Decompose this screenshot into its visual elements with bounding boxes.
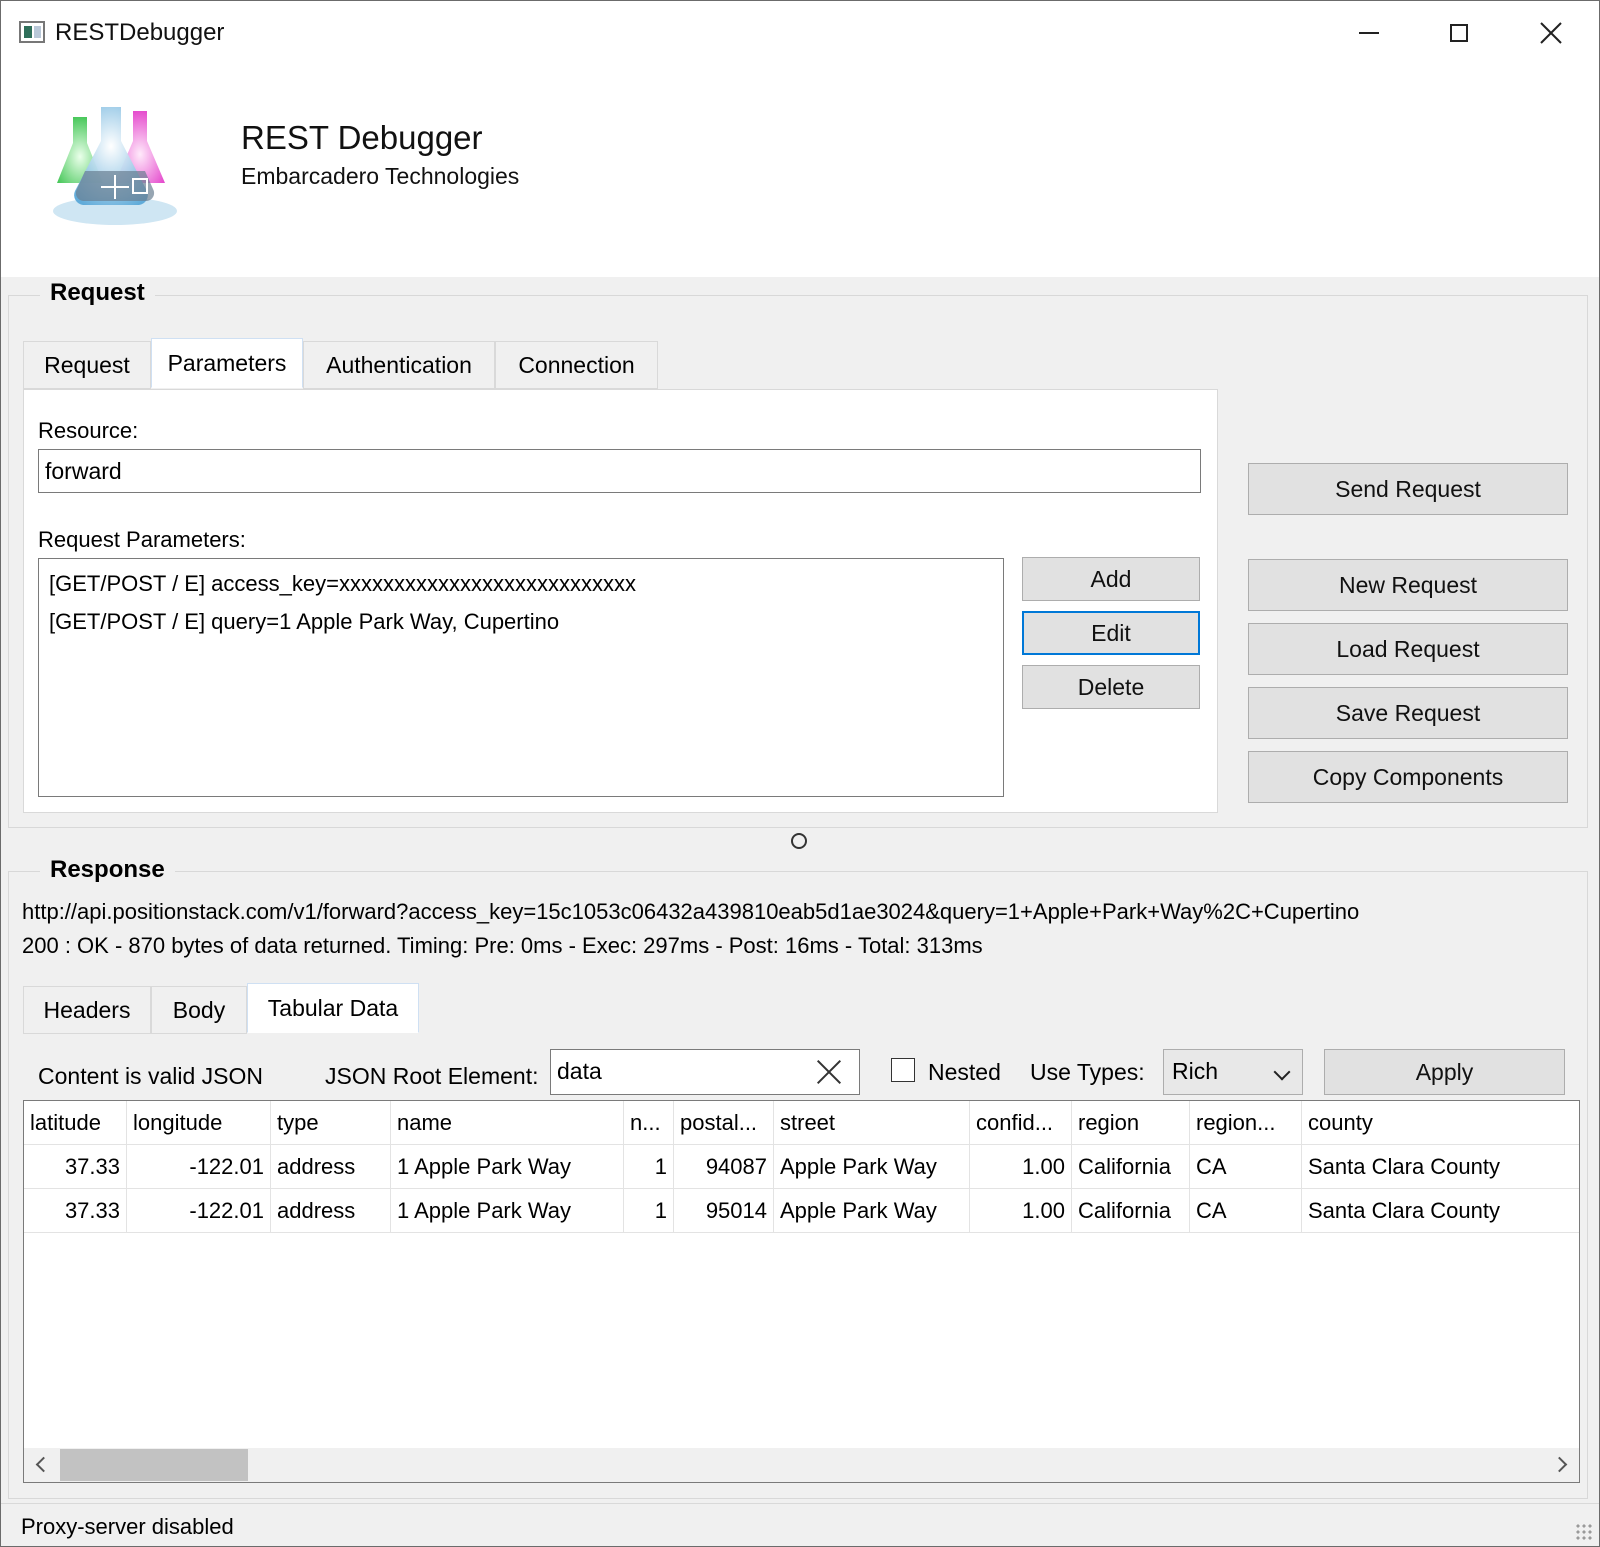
cell-region-code: CA: [1190, 1189, 1302, 1233]
column-header[interactable]: confid...: [970, 1101, 1072, 1145]
clear-icon[interactable]: [815, 1058, 843, 1086]
app-icon: [19, 21, 45, 43]
window-title: RESTDebugger: [55, 19, 225, 46]
scroll-right-icon[interactable]: [1551, 1456, 1568, 1473]
table-row[interactable]: 37.33 -122.01 address 1 Apple Park Way 1…: [24, 1145, 1579, 1189]
tab-tabular-data[interactable]: Tabular Data: [247, 983, 419, 1033]
cell-street: Apple Park Way: [774, 1189, 970, 1233]
resource-input[interactable]: forward: [38, 449, 1201, 493]
request-tabs: Request Parameters Authentication Connec…: [23, 338, 673, 391]
json-root-input[interactable]: data: [550, 1049, 860, 1095]
cell-confidence: 1.00: [970, 1145, 1072, 1189]
apply-button[interactable]: Apply: [1324, 1049, 1565, 1095]
rest-debugger-window: RESTDebugger REST Debugger Embarcadero T…: [0, 0, 1600, 1547]
table-row[interactable]: 37.33 -122.01 address 1 Apple Park Way 1…: [24, 1189, 1579, 1233]
maximize-icon: [1450, 24, 1468, 42]
maximize-button[interactable]: [1419, 7, 1499, 59]
copy-components-button[interactable]: Copy Components: [1248, 751, 1568, 803]
title-bar: RESTDebugger: [1, 1, 1599, 63]
tab-authentication[interactable]: Authentication: [303, 341, 495, 389]
load-request-button[interactable]: Load Request: [1248, 623, 1568, 675]
response-status: 200 : OK - 870 bytes of data returned. T…: [22, 933, 983, 958]
valid-json-label: Content is valid JSON: [38, 1063, 263, 1089]
chevron-down-icon: [1273, 1063, 1291, 1081]
column-header[interactable]: n...: [624, 1101, 674, 1145]
send-request-button[interactable]: Send Request: [1248, 463, 1568, 515]
cell-latitude: 37.33: [24, 1189, 127, 1233]
use-types-label: Use Types:: [1030, 1059, 1145, 1085]
resize-grip-icon[interactable]: [1575, 1523, 1593, 1541]
use-types-select[interactable]: Rich: [1163, 1049, 1303, 1095]
close-icon: [1540, 22, 1562, 44]
cell-region-code: CA: [1190, 1145, 1302, 1189]
cell-number: 1: [624, 1189, 674, 1233]
app-subtitle: Embarcadero Technologies: [241, 163, 520, 189]
delete-parameter-button[interactable]: Delete: [1022, 665, 1200, 709]
list-item[interactable]: [GET/POST / E] query=1 Apple Park Way, C…: [49, 609, 559, 635]
cell-latitude: 37.33: [24, 1145, 127, 1189]
nested-checkbox[interactable]: [891, 1058, 915, 1082]
cell-name: 1 Apple Park Way: [391, 1189, 624, 1233]
column-header[interactable]: region...: [1190, 1101, 1302, 1145]
splitter-handle-icon[interactable]: [791, 833, 807, 849]
cell-county: Santa Clara County: [1308, 1198, 1500, 1223]
app-header: REST Debugger Embarcadero Technologies: [1, 63, 1599, 277]
cell-type: address: [271, 1189, 391, 1233]
column-header[interactable]: latitude: [24, 1101, 127, 1145]
status-bar: Proxy-server disabled: [1, 1503, 1599, 1546]
response-url: http://api.positionstack.com/v1/forward?…: [22, 899, 1360, 924]
save-request-button[interactable]: Save Request: [1248, 687, 1568, 739]
response-group-legend: Response: [40, 856, 175, 884]
cell-region: California: [1072, 1189, 1190, 1233]
request-group-legend: Request: [40, 279, 155, 307]
cell-name: 1 Apple Park Way: [391, 1145, 624, 1189]
new-request-button[interactable]: New Request: [1248, 559, 1568, 611]
add-parameter-button[interactable]: Add: [1022, 557, 1200, 601]
json-root-value: data: [557, 1058, 602, 1084]
minimize-button[interactable]: [1329, 7, 1409, 59]
tab-body[interactable]: Body: [151, 986, 247, 1034]
column-header[interactable]: region: [1072, 1101, 1190, 1145]
cell-postal: 94087: [674, 1145, 774, 1189]
column-header[interactable]: street: [774, 1101, 970, 1145]
scrollbar-thumb[interactable]: [60, 1449, 248, 1481]
grid-header-row: latitude longitude type name n... postal…: [24, 1101, 1579, 1145]
edit-parameter-button[interactable]: Edit: [1022, 611, 1200, 655]
cell-longitude: -122.01: [127, 1145, 271, 1189]
cell-region: California: [1072, 1145, 1190, 1189]
request-parameters-list[interactable]: [GET/POST / E] access_key=xxxxxxxxxxxxxx…: [38, 558, 1004, 797]
tab-parameters[interactable]: Parameters: [151, 338, 303, 388]
column-header[interactable]: county: [1302, 1101, 1579, 1145]
cell-county: Santa Clara County: [1308, 1154, 1500, 1179]
nested-label: Nested: [928, 1059, 1001, 1085]
column-header[interactable]: name: [391, 1101, 624, 1145]
close-button[interactable]: [1511, 7, 1591, 59]
cell-type: address: [271, 1145, 391, 1189]
list-item[interactable]: [GET/POST / E] access_key=xxxxxxxxxxxxxx…: [49, 571, 636, 597]
json-root-label: JSON Root Element:: [325, 1063, 539, 1089]
tab-request[interactable]: Request: [23, 341, 151, 389]
use-types-value: Rich: [1172, 1058, 1219, 1084]
app-title: REST Debugger: [241, 119, 483, 156]
column-header[interactable]: type: [271, 1101, 391, 1145]
tab-connection[interactable]: Connection: [495, 341, 658, 389]
tabular-data-grid[interactable]: latitude longitude type name n... postal…: [23, 1100, 1580, 1483]
minimize-icon: [1359, 32, 1379, 34]
response-tabs: Headers Body Tabular Data: [23, 983, 443, 1036]
status-text: Proxy-server disabled: [21, 1514, 234, 1539]
cell-confidence: 1.00: [970, 1189, 1072, 1233]
column-header[interactable]: longitude: [127, 1101, 271, 1145]
column-header[interactable]: postal...: [674, 1101, 774, 1145]
cell-street: Apple Park Way: [774, 1145, 970, 1189]
flask-logo-icon: [53, 107, 177, 225]
request-parameters-label: Request Parameters:: [38, 527, 246, 552]
cell-longitude: -122.01: [127, 1189, 271, 1233]
cell-number: 1: [624, 1145, 674, 1189]
horizontal-scrollbar[interactable]: [24, 1448, 1579, 1482]
scroll-left-icon[interactable]: [35, 1456, 52, 1473]
tab-headers[interactable]: Headers: [23, 986, 151, 1034]
cell-postal: 95014: [674, 1189, 774, 1233]
resource-label: Resource:: [38, 418, 139, 443]
